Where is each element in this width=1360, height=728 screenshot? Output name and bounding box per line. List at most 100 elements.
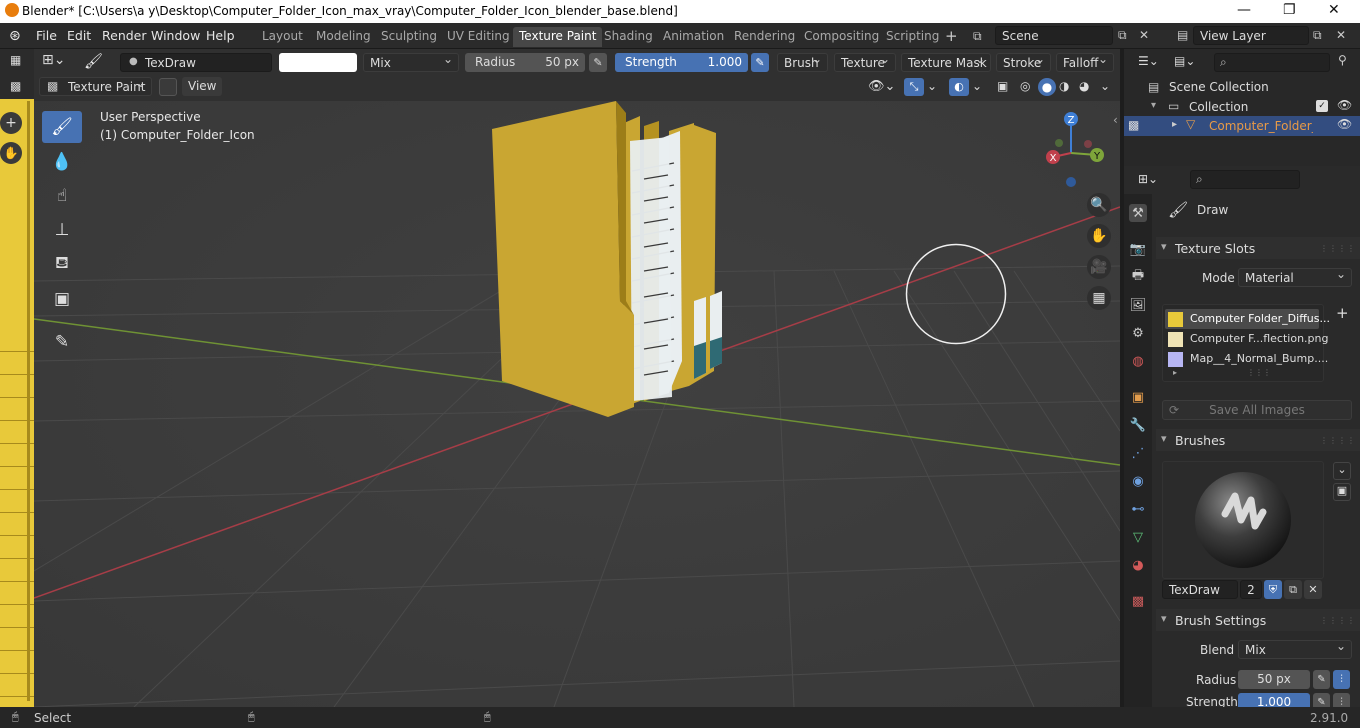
texture-mask-menu[interactable]: Texture Mask	[901, 52, 991, 72]
paint-mask-toggle[interactable]	[159, 78, 177, 96]
brush-name-field[interactable]: ● TexDraw	[120, 53, 272, 72]
list-resize-handle[interactable]: ⋮⋮⋮	[1247, 368, 1271, 377]
pan-tool-icon[interactable]: ✋	[0, 142, 22, 164]
navigation-gizmo[interactable]: Z Y X	[1034, 109, 1114, 204]
annotate-tool-icon[interactable]: ✎	[42, 326, 82, 358]
brush-users-count[interactable]: 2	[1240, 580, 1262, 599]
strength-slider[interactable]: Strength 1.000	[615, 53, 748, 72]
save-all-images-button[interactable]: ⟳ Save All Images	[1162, 400, 1352, 420]
brush-menu[interactable]: Brush	[777, 52, 828, 72]
new-scene-icon[interactable]: ⧉	[1118, 28, 1127, 43]
fake-user-icon[interactable]: ⛨	[1264, 580, 1282, 599]
brush-preview[interactable]	[1162, 461, 1324, 579]
brush-radius-slider[interactable]: 50 px	[1238, 670, 1310, 689]
unlink-brush-icon[interactable]: ✕	[1304, 580, 1322, 599]
view-layer-tab-icon[interactable]: 🖼	[1129, 296, 1147, 314]
folder-model[interactable]	[484, 101, 744, 431]
brush-blend-select[interactable]: Mix	[1238, 639, 1352, 659]
mode-select[interactable]: ▩ Texture Paint	[39, 76, 152, 96]
collection-eye-icon[interactable]: 👁	[1337, 98, 1352, 112]
editor-type-icon[interactable]: ▦	[10, 53, 21, 67]
render-tab-icon[interactable]: 📷	[1129, 240, 1147, 258]
outliner-object-name[interactable]: Computer_Folder_Ico	[1209, 119, 1313, 133]
visibility-icon[interactable]: 👁⌄	[868, 79, 895, 94]
physics-tab-icon[interactable]: ◉	[1129, 472, 1147, 490]
display-mode-icon[interactable]: ▤⌄	[1174, 54, 1195, 68]
close-icon[interactable]: ✕	[1328, 2, 1340, 18]
outliner-object-row[interactable]: ▩ ▸ ▽ Computer_Folder_Ico 👁	[1124, 116, 1360, 136]
tab-scripting[interactable]: Scripting	[880, 27, 945, 47]
tab-compositing[interactable]: Compositing	[798, 27, 885, 47]
object-expand-icon[interactable]: ▸	[1172, 119, 1177, 130]
scene-icon[interactable]: ⧉	[973, 29, 982, 44]
tab-shading[interactable]: Shading	[598, 27, 659, 47]
texture-mode-select[interactable]: Material	[1238, 267, 1352, 287]
3d-viewport[interactable]: 🖌 💧 ☝ ⊥ ⛾ ▣ ✎ User Perspective (1) Compu…	[34, 101, 1120, 707]
menu-file[interactable]: File	[36, 28, 57, 43]
tab-uv-editing[interactable]: UV Editing	[441, 27, 516, 47]
properties-editor-icon[interactable]: ⊞⌄	[1138, 172, 1158, 186]
solid-shading-icon[interactable]: ●	[1038, 78, 1056, 96]
scene-name-field[interactable]: Scene	[995, 26, 1113, 45]
zoom-view-icon[interactable]: 🔍	[1087, 193, 1111, 217]
duplicate-brush-icon[interactable]: ⧉	[1284, 580, 1302, 599]
tab-animation[interactable]: Animation	[657, 27, 730, 47]
gizmo-toggle-icon[interactable]: ⤡	[904, 78, 924, 96]
outliner-collection[interactable]: Collection	[1189, 100, 1248, 114]
menu-edit[interactable]: Edit	[67, 28, 91, 43]
particles-tab-icon[interactable]: ⋰	[1129, 444, 1147, 462]
object-tab-icon[interactable]: ▣	[1129, 388, 1147, 406]
output-tab-icon[interactable]: 🖶	[1129, 268, 1147, 286]
brush-radius-pressure-icon[interactable]: ✎	[1313, 670, 1330, 689]
checker-icon[interactable]: ▩	[10, 79, 21, 93]
modifier-tab-icon[interactable]: 🔧	[1129, 416, 1147, 434]
add-workspace-icon[interactable]: +	[945, 27, 958, 45]
outliner-search-input[interactable]: ⌕	[1214, 53, 1330, 72]
draw-tool-icon[interactable]: 🖌	[42, 111, 82, 143]
view-layer-icon[interactable]: ▤	[1177, 28, 1188, 42]
material-shading-icon[interactable]: ◑	[1059, 79, 1069, 93]
texture-menu[interactable]: Texture	[834, 52, 896, 72]
pan-view-icon[interactable]: ✋	[1087, 224, 1111, 248]
stroke-menu[interactable]: Stroke	[996, 52, 1051, 72]
object-eye-icon[interactable]: 👁	[1337, 117, 1352, 131]
brush-list-dropdown-icon[interactable]: ⌄	[1333, 462, 1351, 480]
gizmo-dropdown-icon[interactable]: ⌄	[927, 79, 937, 93]
brush-color-swatch[interactable]	[279, 53, 357, 72]
outliner-editor-icon[interactable]: ☰⌄	[1138, 54, 1159, 68]
blend-mode-select[interactable]: Mix	[363, 52, 459, 72]
smear-tool-icon[interactable]: ☝	[42, 180, 82, 212]
add-texture-slot-icon[interactable]: +	[1336, 304, 1349, 322]
minimize-icon[interactable]: —	[1237, 2, 1251, 18]
editor-type-button[interactable]: ⊞⌄	[42, 52, 65, 68]
tab-rendering[interactable]: Rendering	[728, 27, 801, 47]
remove-scene-icon[interactable]: ✕	[1139, 28, 1149, 42]
brush-settings-panel-header[interactable]: Brush Settings⋮⋮⋮⋮	[1156, 609, 1360, 631]
remove-view-layer-icon[interactable]: ✕	[1336, 28, 1346, 42]
brush-radius-unit-icon[interactable]: ⫶	[1333, 670, 1350, 689]
new-view-layer-icon[interactable]: ⧉	[1313, 28, 1322, 43]
overlay-toggle-icon[interactable]: ◐	[949, 78, 969, 96]
menu-help[interactable]: Help	[206, 28, 235, 43]
mask-tool-icon[interactable]: ▣	[42, 283, 82, 315]
rendered-shading-icon[interactable]: ◕	[1079, 79, 1089, 93]
overlay-dropdown-icon[interactable]: ⌄	[972, 79, 982, 93]
texture-slot-item[interactable]: Computer Folder_Diffus...	[1165, 309, 1330, 329]
outliner-scene-collection[interactable]: Scene Collection	[1169, 80, 1269, 94]
texture-slot-item[interactable]: Computer F...flection.png	[1165, 329, 1328, 349]
strength-pressure-icon[interactable]: ✎	[751, 53, 769, 72]
soften-tool-icon[interactable]: 💧	[42, 146, 82, 178]
zoom-tool-icon[interactable]: +	[0, 112, 22, 134]
filter-icon[interactable]: ⚲	[1338, 53, 1347, 67]
data-tab-icon[interactable]: ▽	[1129, 528, 1147, 546]
maximize-icon[interactable]: ❐	[1283, 2, 1296, 18]
world-tab-icon[interactable]: ◍	[1129, 352, 1147, 370]
falloff-menu[interactable]: Falloff	[1056, 52, 1114, 72]
blender-menu-icon[interactable]: ⊛	[9, 28, 21, 44]
fill-tool-icon[interactable]: ⛾	[42, 248, 82, 280]
xray-icon[interactable]: ▣	[997, 79, 1008, 93]
menu-window[interactable]: Window	[151, 28, 200, 43]
menu-render[interactable]: Render	[102, 28, 147, 43]
list-expand-icon[interactable]: ▸	[1173, 368, 1177, 377]
texture-slot-item[interactable]: Map__4_Normal_Bump....	[1165, 349, 1328, 369]
